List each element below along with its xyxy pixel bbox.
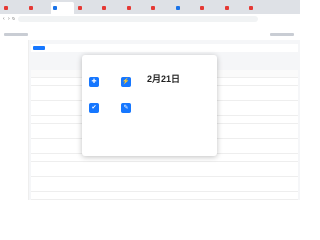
browser-tab[interactable] (100, 2, 123, 14)
quick-actions-popup (82, 55, 217, 156)
tab-favicon-icon (53, 6, 57, 10)
tab-favicon-icon (28, 6, 33, 10)
browser-tab[interactable] (149, 2, 172, 14)
tab-favicon-icon (175, 6, 180, 10)
tab-favicon-icon (102, 6, 106, 10)
edit-icon[interactable]: ✎ (121, 103, 131, 113)
sidebar (0, 40, 29, 200)
breadcrumb (4, 33, 28, 36)
tab-favicon-icon (77, 6, 82, 10)
reload-icon[interactable]: ↻ (12, 16, 15, 21)
browser-tab[interactable] (51, 2, 74, 14)
forward-icon[interactable]: › (8, 16, 10, 22)
browser-tab[interactable] (125, 2, 148, 14)
tab-favicon-icon (151, 6, 155, 10)
plus-icon[interactable]: ✚ (89, 77, 99, 87)
browser-tab[interactable] (223, 2, 246, 14)
url-field[interactable] (18, 16, 258, 22)
check-icon[interactable]: ✔ (89, 103, 99, 113)
tab-favicon-icon (4, 6, 8, 10)
popup-date: 2月21日 (147, 74, 181, 84)
header-actions[interactable] (270, 33, 294, 36)
browser-tab[interactable] (27, 2, 50, 14)
filter-toolbar (31, 44, 298, 52)
table-row[interactable] (31, 192, 298, 200)
tab-favicon-icon (224, 6, 229, 10)
browser-tab[interactable] (76, 2, 99, 14)
tab-favicon-icon (249, 6, 253, 10)
browser-tab[interactable] (198, 2, 221, 14)
browser-tab[interactable] (247, 2, 270, 14)
lightning-icon[interactable]: ⚡ (121, 77, 131, 87)
back-icon[interactable]: ‹ (3, 16, 5, 22)
tab-favicon-icon (200, 6, 204, 10)
primary-button[interactable] (33, 46, 45, 50)
tab-favicon-icon (126, 6, 131, 10)
browser-tab[interactable] (174, 2, 197, 14)
browser-tab[interactable] (2, 2, 25, 14)
